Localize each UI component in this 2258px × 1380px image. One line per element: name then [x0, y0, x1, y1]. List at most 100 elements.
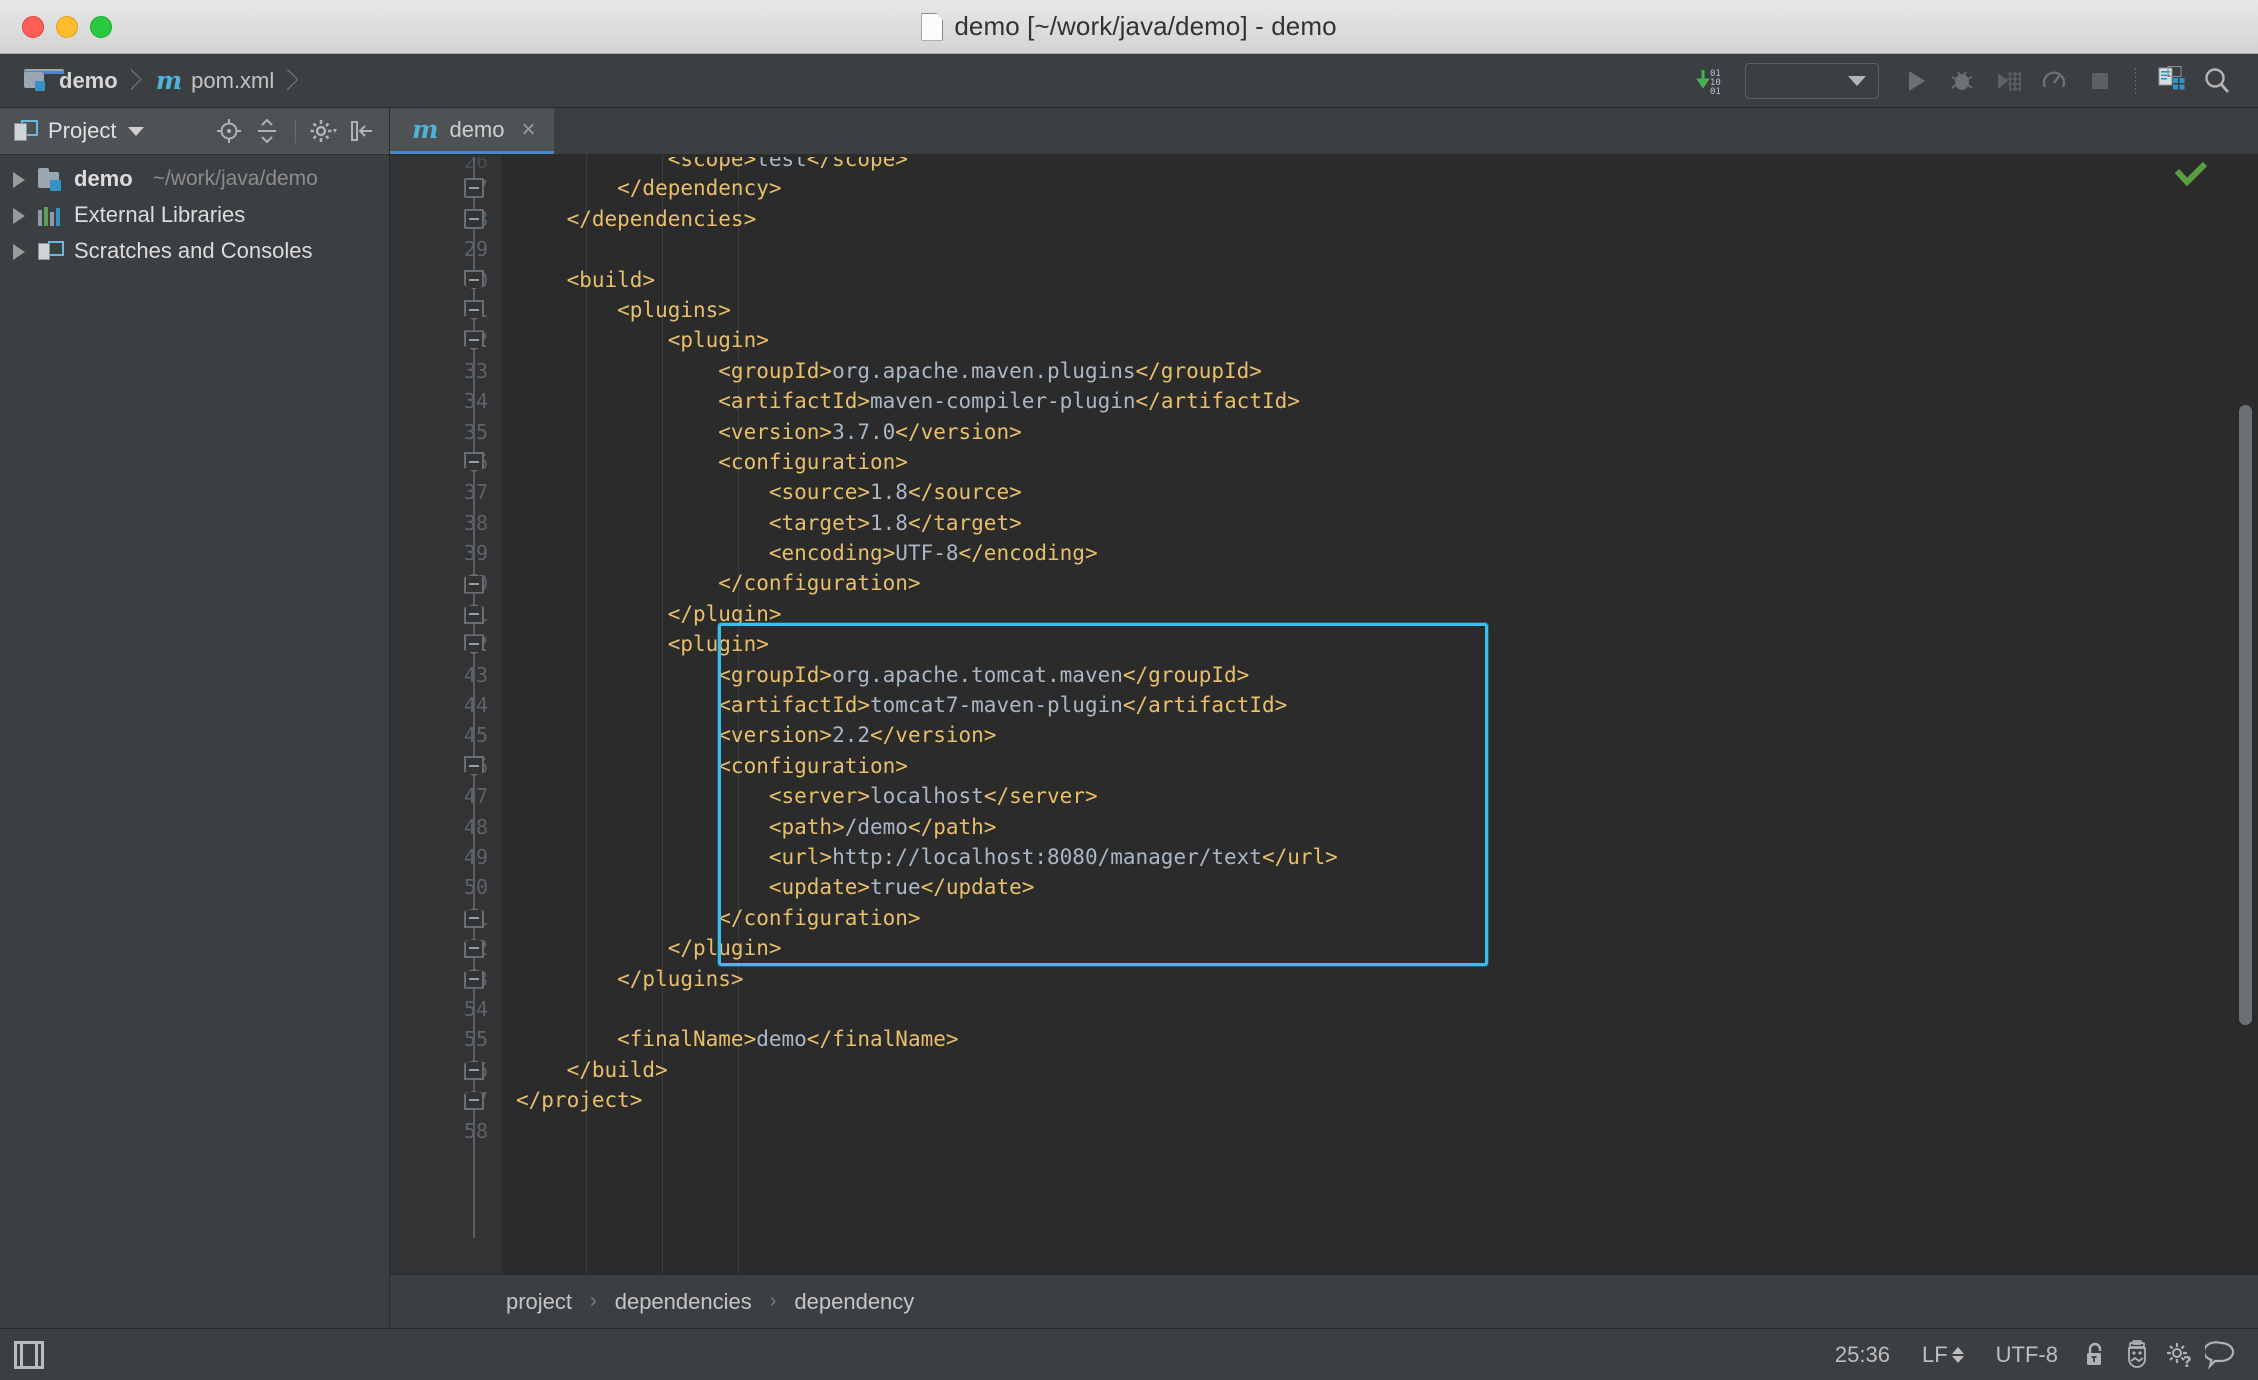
code-editor[interactable]: 2627282930313233343536373839404142434445… — [390, 155, 2258, 1274]
fold-markers-column[interactable] — [460, 157, 488, 1274]
code-line[interactable]: </configuration> — [502, 903, 2258, 933]
code-line[interactable]: </plugin> — [502, 599, 2258, 629]
code-line[interactable]: </plugins> — [502, 964, 2258, 994]
breadcrumb-project[interactable]: project — [502, 1289, 576, 1315]
editor-vertical-scrollbar[interactable] — [2239, 405, 2252, 1025]
code-line[interactable]: <encoding>UTF-8</encoding> — [502, 538, 2258, 568]
code-line[interactable]: <finalName>demo</finalName> — [502, 1024, 2258, 1054]
code-line[interactable]: <artifactId>maven-compiler-plugin</artif… — [502, 386, 2258, 416]
code-line[interactable]: </dependency> — [502, 173, 2258, 203]
inspection-ok-checkmark-icon[interactable] — [2174, 161, 2208, 187]
xml-text: true — [870, 875, 921, 900]
run-icon[interactable] — [1893, 59, 1939, 103]
code-line[interactable]: <plugin> — [502, 325, 2258, 355]
code-line[interactable]: </configuration> — [502, 568, 2258, 598]
main-content: Project demo ~/work/java/demo External L… — [0, 108, 2258, 1328]
fold-marker[interactable] — [464, 908, 484, 928]
document-icon — [921, 13, 943, 41]
run-configurations-selector[interactable] — [1745, 62, 1879, 99]
code-line[interactable]: </build> — [502, 1055, 2258, 1085]
fold-marker[interactable] — [464, 756, 484, 776]
navbar-crumb-file[interactable]: m pom.xml — [152, 64, 279, 98]
fold-marker[interactable] — [464, 1060, 484, 1080]
debug-icon[interactable] — [1939, 59, 1985, 103]
code-line[interactable]: <update>true</update> — [502, 872, 2258, 902]
toggle-tool-windows-icon[interactable] — [14, 1340, 44, 1369]
minimize-button[interactable] — [56, 15, 78, 38]
fold-marker[interactable] — [464, 938, 484, 959]
search-everywhere-icon[interactable] — [2194, 59, 2240, 103]
navbar-crumb-module[interactable]: demo — [20, 64, 122, 98]
settings-gear-icon[interactable] — [307, 114, 341, 148]
chevron-down-icon[interactable] — [128, 126, 145, 136]
code-line[interactable]: <version>2.2</version> — [502, 720, 2258, 750]
code-line[interactable]: <configuration> — [502, 447, 2258, 477]
caret-position[interactable]: 25:36 — [1819, 1342, 1906, 1368]
run-with-coverage-icon[interactable] — [1985, 59, 2031, 103]
feedback-search-icon[interactable] — [2200, 1338, 2242, 1372]
xml-tag: <target> — [516, 510, 871, 535]
tree-item-demo[interactable]: demo ~/work/java/demo — [0, 161, 389, 197]
code-line[interactable]: <target>1.8</target> — [502, 508, 2258, 538]
code-line[interactable]: <groupId>org.apache.tomcat.maven</groupI… — [502, 660, 2258, 690]
locate-icon[interactable] — [212, 114, 246, 148]
code-line[interactable]: <build> — [502, 265, 2258, 295]
editor-tab-demo[interactable]: m demo × — [390, 108, 554, 154]
tree-item-scratches-and-consoles[interactable]: Scratches and Consoles — [0, 233, 389, 269]
fold-marker[interactable] — [464, 968, 484, 989]
collapse-all-icon[interactable] — [250, 114, 284, 148]
fold-marker[interactable] — [464, 178, 484, 199]
code-line[interactable]: <scope>test</scope> — [502, 157, 2258, 173]
code-line[interactable]: </plugin> — [502, 933, 2258, 963]
stop-icon[interactable] — [2077, 59, 2123, 103]
code-line[interactable] — [502, 994, 2258, 1024]
chevron-right-icon[interactable] — [8, 169, 28, 189]
hide-panel-icon[interactable] — [345, 114, 379, 148]
maven-projects-icon[interactable] — [2148, 59, 2194, 103]
zoom-button[interactable] — [90, 15, 112, 38]
code-line[interactable] — [502, 1116, 2258, 1146]
breadcrumb-dependencies[interactable]: dependencies — [611, 1289, 756, 1315]
code-line[interactable]: <plugins> — [502, 295, 2258, 325]
editor-gutter[interactable]: 2627282930313233343536373839404142434445… — [390, 155, 502, 1274]
code-text[interactable]: <scope>test</scope> </dependency> </depe… — [502, 155, 2258, 1146]
close-button[interactable] — [22, 15, 44, 38]
code-line[interactable]: <url>http://localhost:8080/manager/text<… — [502, 842, 2258, 872]
fold-marker[interactable] — [464, 634, 484, 655]
xml-tag: </dependency> — [516, 176, 782, 201]
fold-marker[interactable] — [464, 573, 484, 594]
code-line[interactable]: </project> — [502, 1085, 2258, 1115]
code-line[interactable]: <source>1.8</source> — [502, 477, 2258, 507]
code-viewport[interactable]: <scope>test</scope> </dependency> </depe… — [502, 155, 2258, 1274]
xml-tag: <encoding> — [516, 541, 896, 566]
profile-icon[interactable] — [2031, 59, 2077, 103]
chevron-right-icon[interactable] — [8, 241, 28, 261]
line-separator[interactable]: LF — [1906, 1342, 1980, 1368]
fold-marker[interactable] — [464, 452, 484, 472]
fold-marker[interactable] — [464, 1090, 484, 1111]
update-project-icon[interactable]: 01 10 01 — [1689, 59, 1735, 103]
code-line[interactable]: <artifactId>tomcat7-maven-plugin</artifa… — [502, 690, 2258, 720]
code-line[interactable]: <groupId>org.apache.maven.plugins</group… — [502, 356, 2258, 386]
gear-question-icon[interactable]: ? — [2158, 1338, 2200, 1372]
tree-item-external-libraries[interactable]: External Libraries — [0, 197, 389, 233]
fold-marker[interactable] — [464, 269, 484, 290]
close-icon[interactable]: × — [522, 117, 536, 142]
code-line[interactable]: </dependencies> — [502, 204, 2258, 234]
breadcrumb-dependency[interactable]: dependency — [790, 1289, 918, 1315]
code-line[interactable]: <configuration> — [502, 751, 2258, 781]
fold-marker[interactable] — [464, 300, 484, 320]
code-line[interactable]: <plugin> — [502, 629, 2258, 659]
fold-marker[interactable] — [464, 604, 484, 624]
code-line[interactable]: <version>3.7.0</version> — [502, 417, 2258, 447]
hector-inspections-icon[interactable] — [2116, 1338, 2158, 1372]
code-line[interactable] — [502, 234, 2258, 264]
code-line[interactable]: <server>localhost</server> — [502, 781, 2258, 811]
fold-marker[interactable] — [464, 208, 484, 229]
chevron-right-icon[interactable] — [8, 205, 28, 225]
lock-readonly-icon[interactable] — [2074, 1338, 2116, 1372]
code-line[interactable]: <path>/demo</path> — [502, 812, 2258, 842]
file-encoding[interactable]: UTF-8 — [1980, 1342, 2074, 1368]
scrollbar-thumb[interactable] — [2239, 405, 2252, 1025]
fold-marker[interactable] — [464, 330, 484, 351]
